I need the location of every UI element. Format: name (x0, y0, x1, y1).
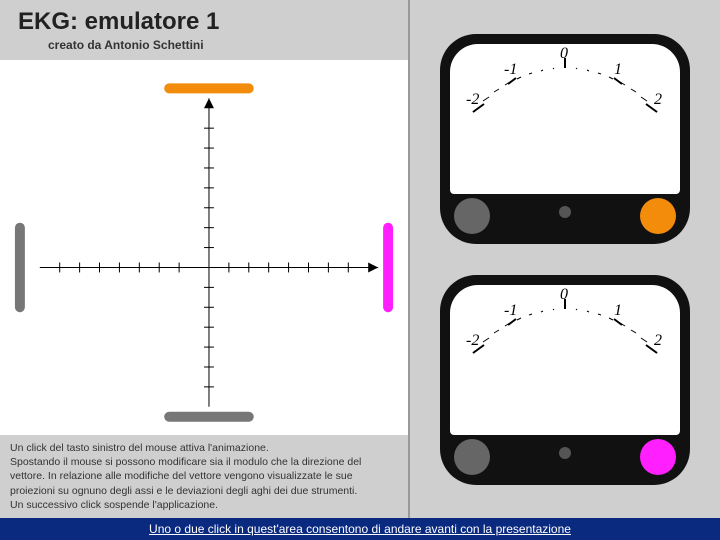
gauge-knob-right[interactable] (640, 439, 676, 475)
scale-label: 1 (614, 61, 622, 78)
instructions: Un click del tasto sinistro del mouse at… (0, 435, 408, 518)
axes-svg (0, 60, 408, 435)
main-area: EKG: emulatore 1 creato da Antonio Schet… (0, 0, 720, 518)
scale-label: -2 (466, 91, 479, 108)
instruction-line: Spostando il mouse si possono modificare… (10, 455, 398, 498)
scale-label: 2 (654, 332, 662, 349)
scale-label: 0 (560, 45, 568, 62)
footer-nav-bar[interactable]: Uno o due click in quest'area consentono… (0, 518, 720, 540)
instruction-line: Un successivo click sospende l'applicazi… (10, 498, 398, 512)
gauge-knob-left[interactable] (454, 439, 490, 475)
gauge-1: -2 -1 0 1 2 (440, 34, 690, 244)
scale-label: 1 (614, 302, 622, 319)
scale-label: -1 (504, 61, 517, 78)
right-panel: -2 -1 0 1 2 (410, 0, 720, 518)
scale-label: -2 (466, 332, 479, 349)
gauge-scale: -2 -1 0 1 2 (450, 44, 680, 194)
vector-plot[interactable] (0, 60, 408, 435)
gauge-center-dot (559, 447, 571, 459)
gauge-knob-left[interactable] (454, 198, 490, 234)
gauge-knob-right[interactable] (640, 198, 676, 234)
header: EKG: emulatore 1 creato da Antonio Schet… (0, 0, 408, 60)
instruction-line: Un click del tasto sinistro del mouse at… (10, 441, 398, 455)
app-subtitle: creato da Antonio Schettini (48, 38, 408, 52)
gauge-2: -2 -1 0 1 2 (440, 275, 690, 485)
app-title: EKG: emulatore 1 (18, 8, 408, 36)
scale-label: 2 (654, 91, 662, 108)
left-panel: EKG: emulatore 1 creato da Antonio Schet… (0, 0, 410, 518)
scale-label: -1 (504, 302, 517, 319)
scale-label: 0 (560, 286, 568, 303)
gauge-scale: -2 -1 0 1 2 (450, 285, 680, 435)
gauge-center-dot (559, 206, 571, 218)
